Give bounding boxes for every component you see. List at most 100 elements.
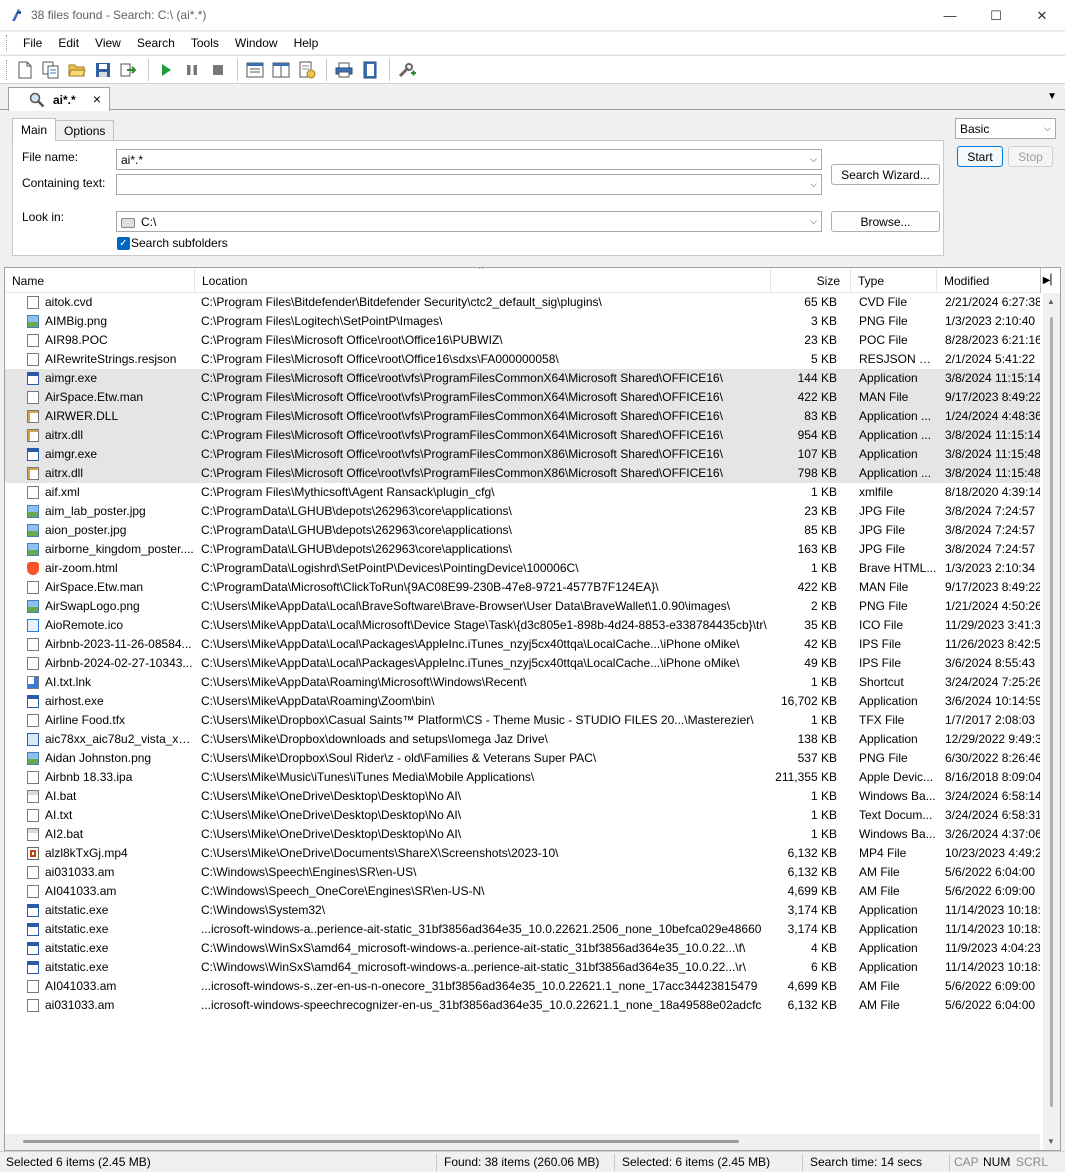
- table-row[interactable]: aion_poster.jpg C:\ProgramData\LGHUB\depo…: [5, 521, 1040, 540]
- print-button[interactable]: [332, 58, 356, 82]
- table-row[interactable]: aimgr.exe C:\Program Files\Microsoft Offi…: [5, 445, 1040, 464]
- tab-main[interactable]: Main: [12, 118, 57, 141]
- table-row[interactable]: Airbnb-2023-11-26-08584... C:\Users\Mike\…: [5, 635, 1040, 654]
- table-row[interactable]: aitok.cvd C:\Program Files\Bitdefender\Bi…: [5, 293, 1040, 312]
- table-row[interactable]: Aidan Johnston.png C:\Users\Mike\Dropbox\…: [5, 749, 1040, 768]
- pause-search-button[interactable]: [180, 58, 204, 82]
- table-row[interactable]: AI2.bat C:\Users\Mike\OneDrive\Desktop\De…: [5, 825, 1040, 844]
- menu-help[interactable]: Help: [286, 32, 327, 54]
- table-row[interactable]: aimgr.exe C:\Program Files\Microsoft Offi…: [5, 369, 1040, 388]
- column-header-type[interactable]: Type: [851, 268, 937, 293]
- table-row[interactable]: AIR98.POC C:\Program Files\Microsoft Offi…: [5, 331, 1040, 350]
- column-chooser-button[interactable]: ▶▏: [1040, 268, 1060, 293]
- column-header-modified[interactable]: Modified: [937, 268, 1040, 293]
- size-cell: 3,174 KB: [787, 903, 837, 917]
- table-row[interactable]: AirSpace.Etw.man C:\Program Files\Microso…: [5, 388, 1040, 407]
- vertical-scrollbar[interactable]: ▲ ▼: [1043, 293, 1060, 1150]
- maximize-button[interactable]: ☐: [973, 0, 1019, 31]
- table-row[interactable]: AI041033.am ...icrosoft-windows-s..zer-en…: [5, 977, 1040, 996]
- table-row[interactable]: alzl8kTxGj.mp4 C:\Users\Mike\OneDrive\Doc…: [5, 844, 1040, 863]
- table-row[interactable]: airborne_kingdom_poster.... C:\ProgramDat…: [5, 540, 1040, 559]
- new-search-button[interactable]: [13, 58, 37, 82]
- type-cell: PNG File: [859, 599, 908, 613]
- horizontal-scroll-thumb[interactable]: [23, 1140, 739, 1143]
- menu-tools[interactable]: Tools: [183, 32, 227, 54]
- table-row[interactable]: airhost.exe C:\Users\Mike\AppData\Roaming…: [5, 692, 1040, 711]
- table-row[interactable]: aim_lab_poster.jpg C:\ProgramData\LGHUB\d…: [5, 502, 1040, 521]
- table-row[interactable]: AI.txt C:\Users\Mike\OneDrive\Desktop\Des…: [5, 806, 1040, 825]
- view-split-button[interactable]: [269, 58, 293, 82]
- table-row[interactable]: AI.txt.lnk C:\Users\Mike\AppData\Roaming\…: [5, 673, 1040, 692]
- results-list[interactable]: Name Location ^ Size Type Modified ▶▏ ai…: [4, 267, 1061, 1151]
- column-header-name[interactable]: Name: [5, 268, 195, 293]
- scroll-down-icon[interactable]: ▼: [1047, 1137, 1055, 1146]
- tab-list-dropdown-icon[interactable]: ▼: [1047, 91, 1057, 102]
- options-button[interactable]: [395, 58, 419, 82]
- menu-window[interactable]: Window: [227, 32, 286, 54]
- table-row[interactable]: aitstatic.exe C:\Windows\WinSxS\amd64_mic…: [5, 958, 1040, 977]
- table-row[interactable]: AioRemote.ico C:\Users\Mike\AppData\Local…: [5, 616, 1040, 635]
- containing-text-combo[interactable]: ⌵: [116, 174, 822, 195]
- new-search-copy-button[interactable]: [39, 58, 63, 82]
- start-button[interactable]: Start: [957, 146, 1003, 167]
- chevron-down-icon[interactable]: ⌵: [1044, 123, 1051, 134]
- look-in-combo[interactable]: C:\ ⌵: [116, 211, 822, 232]
- table-row[interactable]: aif.xml C:\Program Files\Mythicsoft\Agent…: [5, 483, 1040, 502]
- menu-search[interactable]: Search: [129, 32, 183, 54]
- table-row[interactable]: Airline Food.tfx C:\Users\Mike\Dropbox\Ca…: [5, 711, 1040, 730]
- vertical-scroll-thumb[interactable]: [1050, 317, 1053, 1107]
- table-row[interactable]: aitstatic.exe ...icrosoft-windows-a..peri…: [5, 920, 1040, 939]
- file-name-combo[interactable]: ai*.* ⌵: [116, 149, 822, 170]
- stop-search-button[interactable]: [206, 58, 230, 82]
- column-header-size[interactable]: Size: [771, 268, 851, 293]
- menu-edit[interactable]: Edit: [50, 32, 87, 54]
- start-search-button[interactable]: [154, 58, 178, 82]
- save-button[interactable]: [91, 58, 115, 82]
- scroll-up-icon[interactable]: ▲: [1047, 297, 1055, 306]
- table-row[interactable]: AIMBig.png C:\Program Files\Logitech\SetP…: [5, 312, 1040, 331]
- chevron-down-icon[interactable]: ⌵: [810, 179, 817, 190]
- table-row[interactable]: AIRewriteStrings.resjson C:\Program Files…: [5, 350, 1040, 369]
- menu-file[interactable]: File: [15, 32, 50, 54]
- table-row[interactable]: aitstatic.exe C:\Windows\System32\ 3,174 K…: [5, 901, 1040, 920]
- export-button[interactable]: [117, 58, 141, 82]
- properties-button[interactable]: [358, 58, 382, 82]
- table-row[interactable]: aic78xx_aic78u2_vista_x86... C:\Users\Mik…: [5, 730, 1040, 749]
- size-cell: 1 KB: [810, 713, 837, 727]
- table-row[interactable]: AirSwapLogo.png C:\Users\Mike\AppData\Loc…: [5, 597, 1040, 616]
- table-row[interactable]: ai031033.am C:\Windows\Speech\Engines\SR\…: [5, 863, 1040, 882]
- menu-view[interactable]: View: [87, 32, 129, 54]
- horizontal-scrollbar[interactable]: [5, 1134, 1040, 1150]
- type-cell: xmlfile: [859, 485, 894, 499]
- table-row[interactable]: air-zoom.html C:\ProgramData\Logishrd\Set…: [5, 559, 1040, 578]
- table-row[interactable]: aitstatic.exe C:\Windows\WinSxS\amd64_mic…: [5, 939, 1040, 958]
- menu-grip[interactable]: [6, 35, 9, 51]
- table-row[interactable]: AIRWER.DLL C:\Program Files\Microsoft Off…: [5, 407, 1040, 426]
- table-row[interactable]: AI041033.am C:\Windows\Speech_OneCore\Eng…: [5, 882, 1040, 901]
- open-button[interactable]: [65, 58, 89, 82]
- table-row[interactable]: Airbnb 18.33.ipa C:\Users\Mike\Music\iTun…: [5, 768, 1040, 787]
- chevron-down-icon[interactable]: ⌵: [810, 216, 817, 227]
- stop-button[interactable]: Stop: [1008, 146, 1053, 167]
- table-row[interactable]: ai031033.am ...icrosoft-windows-speechrec…: [5, 996, 1040, 1015]
- search-tab[interactable]: ai*.* ×: [8, 87, 110, 111]
- table-row[interactable]: aitrx.dll C:\Program Files\Microsoft Offi…: [5, 464, 1040, 483]
- table-row[interactable]: AI.bat C:\Users\Mike\OneDrive\Desktop\Des…: [5, 787, 1040, 806]
- tab-options[interactable]: Options: [55, 120, 115, 141]
- search-wizard-button[interactable]: Search Wizard...: [831, 164, 940, 185]
- minimize-button[interactable]: —: [927, 0, 973, 31]
- table-row[interactable]: Airbnb-2024-02-27-10343... C:\Users\Mike\…: [5, 654, 1040, 673]
- table-row[interactable]: aitrx.dll C:\Program Files\Microsoft Offi…: [5, 426, 1040, 445]
- view-list-button[interactable]: [243, 58, 267, 82]
- toolbar-grip[interactable]: [6, 59, 9, 80]
- chevron-down-icon[interactable]: ⌵: [810, 154, 817, 165]
- mode-select[interactable]: Basic ⌵: [955, 118, 1056, 139]
- modified-cell: 11/14/2023 10:18:: [945, 960, 1040, 974]
- view-report-button[interactable]: [295, 58, 319, 82]
- close-window-button[interactable]: ✕: [1019, 0, 1065, 31]
- table-row[interactable]: AirSpace.Etw.man C:\ProgramData\Microsoft…: [5, 578, 1040, 597]
- hard-drive-icon: [121, 217, 135, 228]
- browse-button[interactable]: Browse...: [831, 211, 940, 232]
- close-tab-icon[interactable]: ×: [93, 91, 101, 107]
- search-subfolders-checkbox[interactable]: ✓: [117, 237, 130, 250]
